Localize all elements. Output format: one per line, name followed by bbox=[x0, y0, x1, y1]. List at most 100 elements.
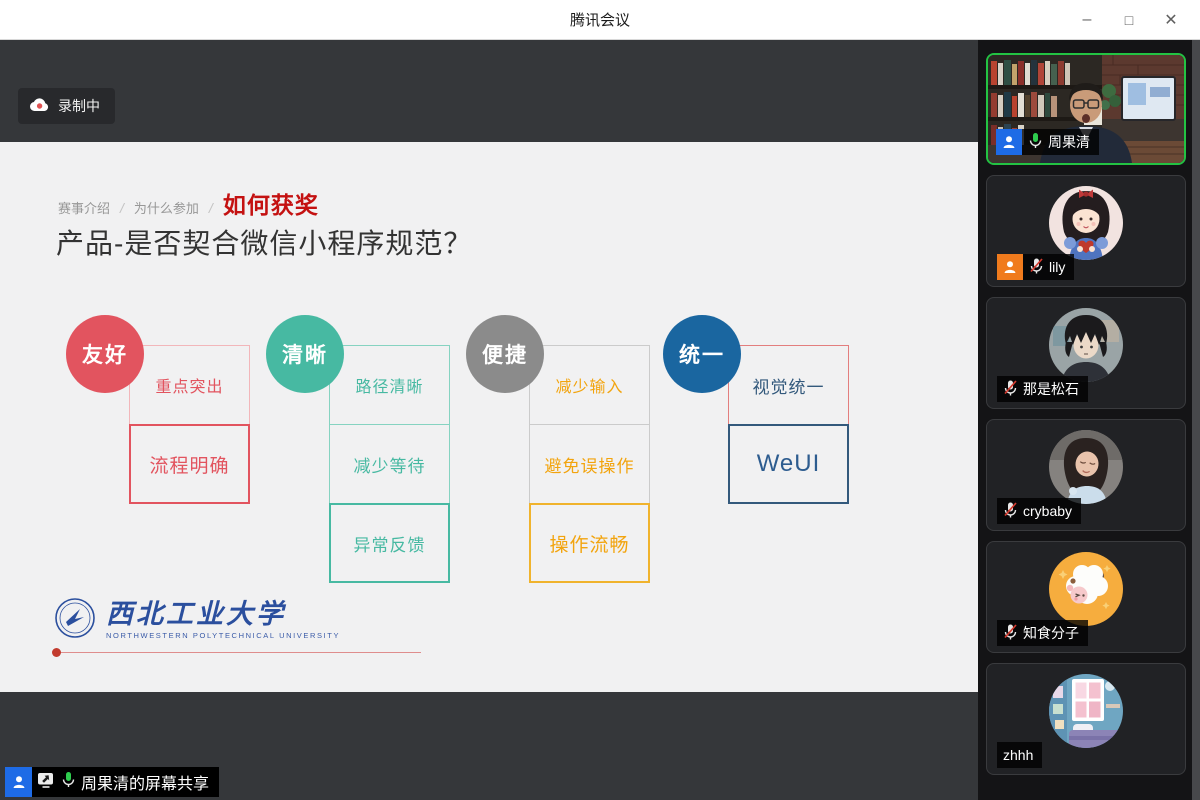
cloud-record-icon bbox=[29, 97, 49, 116]
participant-name: 知食分子 bbox=[1023, 623, 1079, 643]
participant-name-pill: 周果清 bbox=[1022, 129, 1099, 155]
participant-avatar bbox=[1049, 186, 1123, 260]
criteria-box: WeUI bbox=[728, 424, 849, 504]
category-circle: 友好 bbox=[66, 315, 144, 393]
recording-label: 录制中 bbox=[58, 96, 100, 116]
slide-divider-line bbox=[54, 652, 421, 653]
participant-name-pill: 知食分子 bbox=[997, 620, 1088, 646]
criteria-label: 异常反馈 bbox=[354, 531, 426, 556]
divider-dot bbox=[52, 648, 61, 657]
category-label: 友好 bbox=[82, 339, 128, 369]
category-circle: 清晰 bbox=[266, 315, 344, 393]
criteria-box: 避免误操作 bbox=[529, 424, 650, 504]
mic-muted-icon bbox=[1003, 501, 1018, 521]
criteria-label: 路径清晰 bbox=[355, 373, 423, 397]
minimize-button[interactable]: – bbox=[1066, 0, 1108, 40]
criteria-label: WeUI bbox=[757, 450, 821, 478]
mic-muted-icon bbox=[1003, 623, 1018, 643]
meeting-body: 录制中 赛事介绍 / 为什么参加 / 如何获奖 产品-是否契合微信小程序规范？ … bbox=[0, 40, 1200, 800]
breadcrumb-item: 为什么参加 bbox=[134, 198, 199, 217]
participant-namebar: lily bbox=[997, 254, 1074, 280]
participant-role-icon bbox=[997, 254, 1023, 280]
category-box-stack: 视觉统一 WeUI bbox=[728, 345, 849, 504]
presentation-slide: 赛事介绍 / 为什么参加 / 如何获奖 产品-是否契合微信小程序规范？ 友好重点… bbox=[0, 142, 978, 692]
mic-muted-icon bbox=[1003, 379, 1018, 399]
criteria-label: 避免误操作 bbox=[545, 452, 635, 477]
category-box-stack: 重点突出流程明确 bbox=[129, 345, 250, 504]
window-title: 腾讯会议 bbox=[0, 9, 1200, 30]
category-circle: 便捷 bbox=[466, 315, 544, 393]
participant-avatar bbox=[1049, 552, 1123, 626]
category-box-stack: 路径清晰减少等待异常反馈 bbox=[329, 345, 450, 583]
participant-name-pill: zhhh bbox=[997, 742, 1042, 768]
participant-name: lily bbox=[1049, 259, 1065, 275]
criteria-box: 减少输入 bbox=[529, 345, 650, 425]
maximize-button[interactable]: □ bbox=[1108, 0, 1150, 40]
criteria-label: 减少输入 bbox=[555, 373, 623, 397]
participant-avatar bbox=[1049, 674, 1123, 748]
criteria-box: 流程明确 bbox=[129, 424, 250, 504]
participant-list: 周果清 lily 那是松石 bbox=[986, 53, 1186, 775]
breadcrumb-item: 赛事介绍 bbox=[58, 198, 110, 217]
participant-name: crybaby bbox=[1023, 503, 1072, 519]
titlebar: 腾讯会议 – □ ✕ bbox=[0, 0, 1200, 40]
criteria-box: 减少等待 bbox=[329, 424, 450, 504]
criteria-label: 流程明确 bbox=[149, 451, 229, 478]
university-name-cn: 西北工业大学 bbox=[106, 601, 340, 628]
participant-name-pill: 那是松石 bbox=[997, 376, 1088, 402]
category-label: 便捷 bbox=[482, 339, 528, 369]
criteria-box: 重点突出 bbox=[129, 345, 250, 425]
breadcrumb: 赛事介绍 / 为什么参加 / 如何获奖 bbox=[58, 186, 319, 220]
category-label: 统一 bbox=[679, 339, 725, 369]
category-label: 清晰 bbox=[282, 339, 328, 369]
mic-on-icon bbox=[1028, 132, 1043, 152]
participant-name-pill: lily bbox=[1023, 254, 1074, 280]
criteria-box: 路径清晰 bbox=[329, 345, 450, 425]
criteria-box: 操作流畅 bbox=[529, 503, 650, 583]
participant-tile[interactable]: crybaby bbox=[986, 419, 1186, 531]
breadcrumb-active: 如何获奖 bbox=[223, 186, 319, 220]
participants-sidebar: 周果清 lily 那是松石 bbox=[978, 40, 1200, 800]
participant-namebar: crybaby bbox=[997, 498, 1081, 524]
sharer-role-icon bbox=[5, 767, 32, 797]
screen-share-area: 录制中 赛事介绍 / 为什么参加 / 如何获奖 产品-是否契合微信小程序规范？ … bbox=[0, 40, 978, 800]
university-logo: 西北工业大学 NORTHWESTERN POLYTECHNICAL UNIVER… bbox=[54, 597, 340, 644]
participant-namebar: 那是松石 bbox=[997, 376, 1088, 402]
participant-tile[interactable]: 那是松石 bbox=[986, 297, 1186, 409]
close-button[interactable]: ✕ bbox=[1150, 0, 1192, 40]
participant-tile[interactable]: lily bbox=[986, 175, 1186, 287]
participant-name: zhhh bbox=[1003, 747, 1033, 763]
participant-namebar: zhhh bbox=[997, 742, 1042, 768]
criteria-box: 异常反馈 bbox=[329, 503, 450, 583]
participant-role-icon bbox=[996, 129, 1022, 155]
share-status-text: 周果清的屏幕共享 bbox=[81, 770, 209, 794]
university-logo-text: 西北工业大学 NORTHWESTERN POLYTECHNICAL UNIVER… bbox=[106, 601, 340, 640]
sidebar-scrollbar[interactable] bbox=[1192, 40, 1200, 800]
criteria-box: 视觉统一 bbox=[728, 345, 849, 425]
screen-share-icon bbox=[37, 772, 56, 793]
category-box-stack: 减少输入避免误操作操作流畅 bbox=[529, 345, 650, 583]
criteria-label: 减少等待 bbox=[354, 452, 426, 477]
participant-name: 周果清 bbox=[1048, 132, 1090, 152]
mic-muted-icon bbox=[1029, 257, 1044, 277]
breadcrumb-separator: / bbox=[120, 200, 124, 216]
participant-name-pill: crybaby bbox=[997, 498, 1081, 524]
breadcrumb-separator: / bbox=[209, 200, 213, 216]
criteria-label: 重点突出 bbox=[155, 373, 223, 397]
criteria-label: 视觉统一 bbox=[753, 373, 825, 398]
criteria-label: 操作流畅 bbox=[549, 530, 629, 557]
participant-avatar bbox=[1049, 308, 1123, 382]
share-status-pill: 周果清的屏幕共享 bbox=[32, 767, 219, 797]
recording-indicator[interactable]: 录制中 bbox=[18, 88, 115, 124]
participant-tile[interactable]: 知食分子 bbox=[986, 541, 1186, 653]
university-seal-icon bbox=[54, 597, 96, 644]
screen-share-status: 周果清的屏幕共享 bbox=[5, 767, 219, 797]
participant-namebar: 周果清 bbox=[996, 129, 1099, 155]
slide-title: 产品-是否契合微信小程序规范？ bbox=[56, 222, 472, 262]
category-circle: 统一 bbox=[663, 315, 741, 393]
participant-name: 那是松石 bbox=[1023, 379, 1079, 399]
participant-tile[interactable]: zhhh bbox=[986, 663, 1186, 775]
university-name-en: NORTHWESTERN POLYTECHNICAL UNIVERSITY bbox=[106, 631, 340, 640]
participant-tile[interactable]: 周果清 bbox=[986, 53, 1186, 165]
participant-namebar: 知食分子 bbox=[997, 620, 1088, 646]
